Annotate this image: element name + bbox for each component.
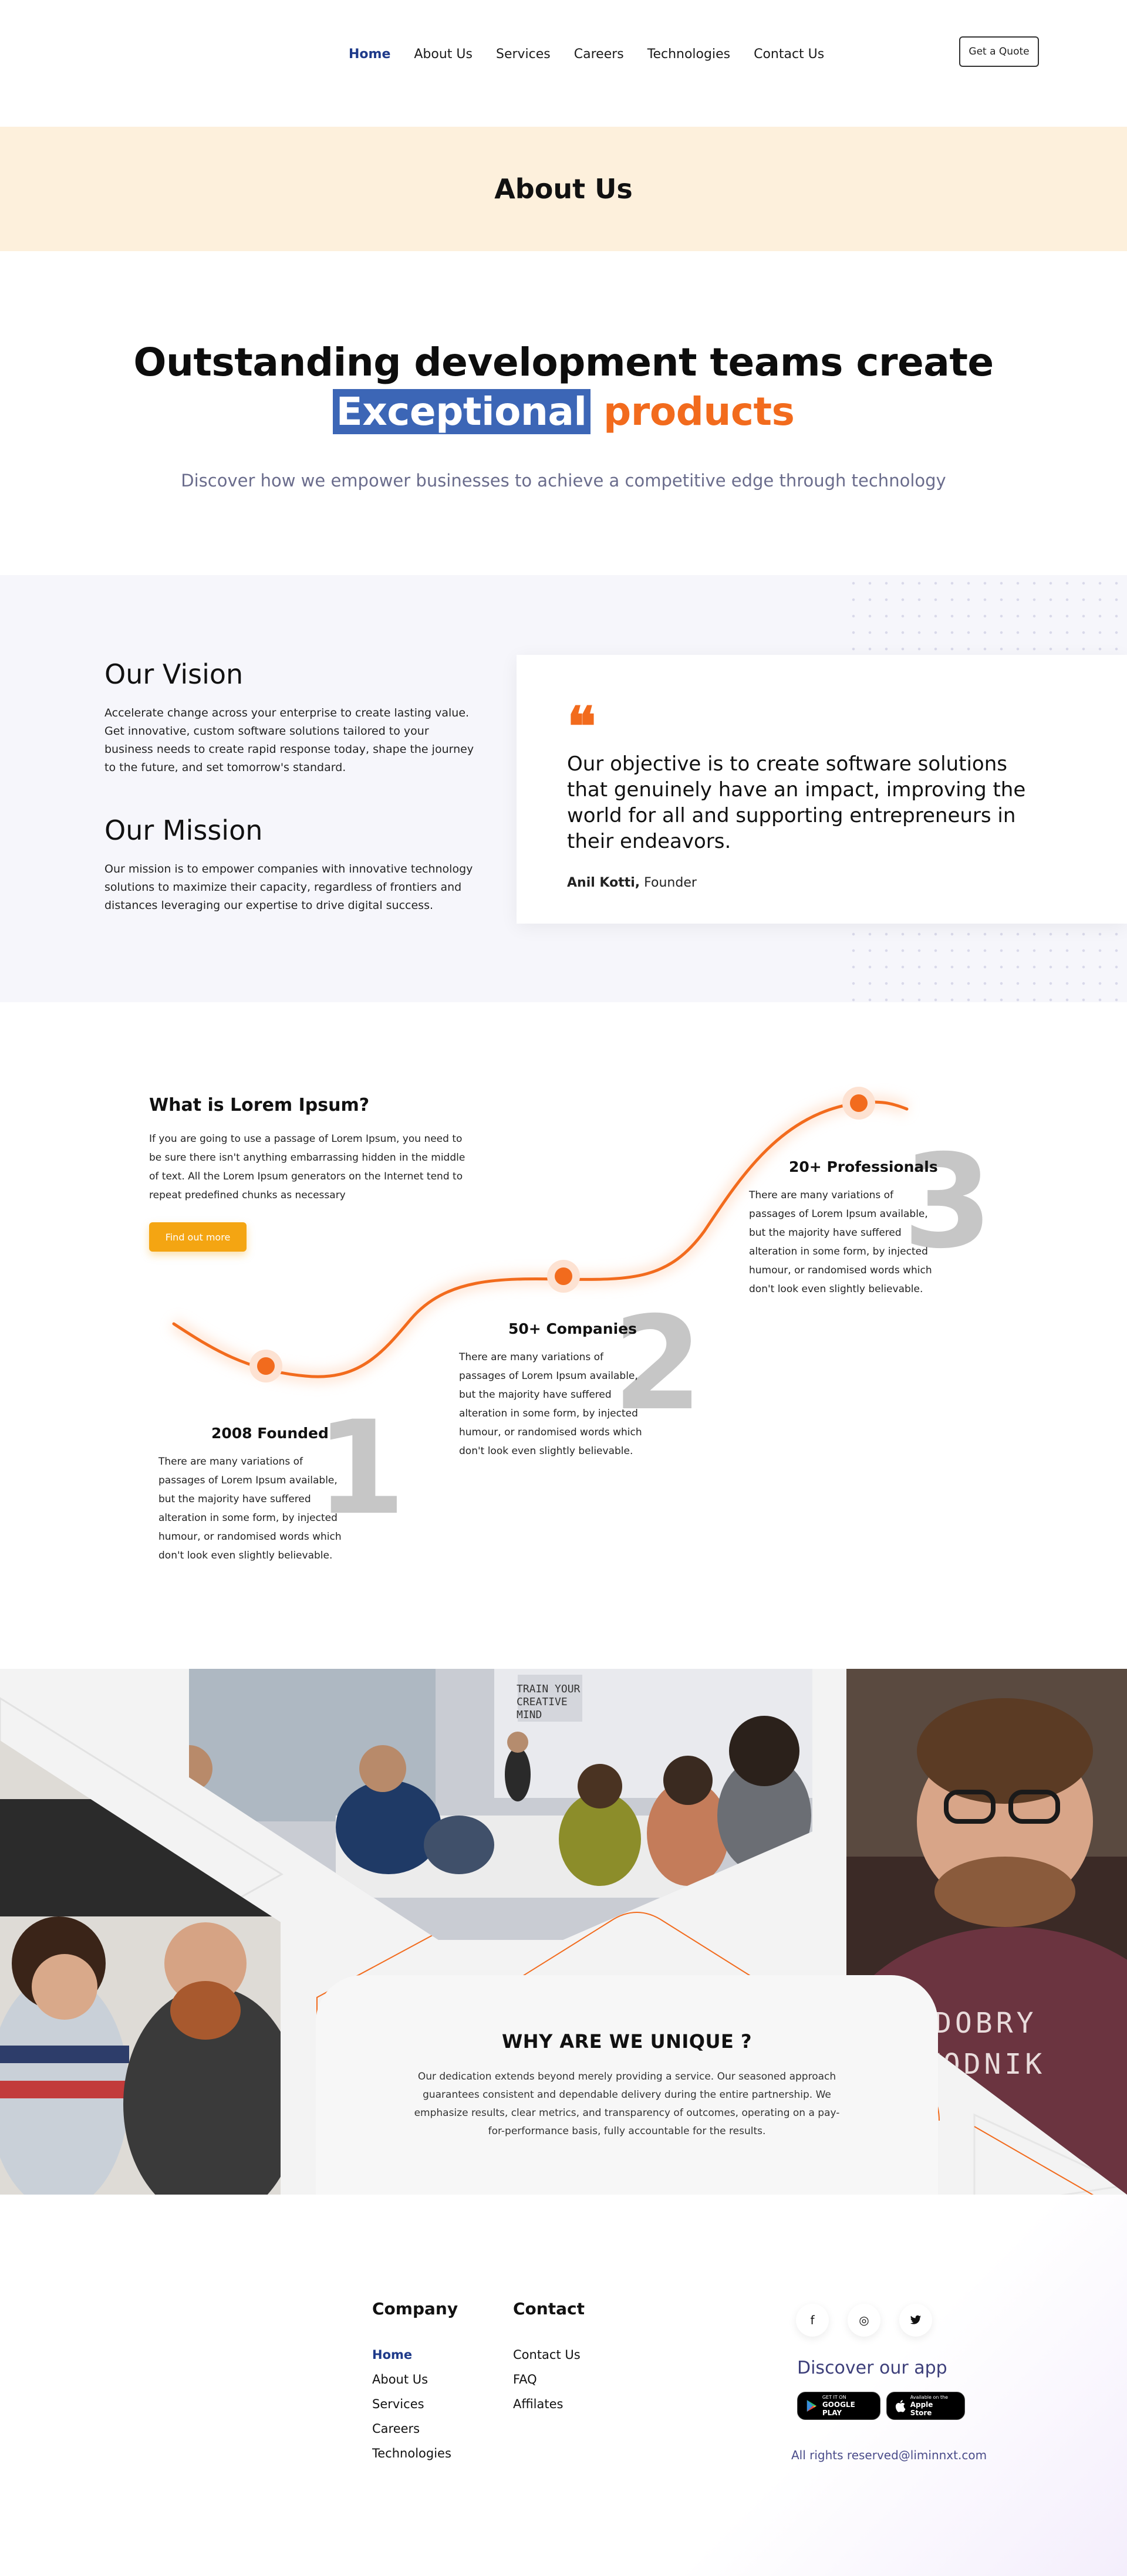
vision-mission-text: Our Vision Accelerate change across your… [104,658,480,915]
footer-link-about[interactable]: About Us [372,2372,458,2386]
vision-text: Accelerate change across your enterprise… [104,706,474,774]
footer-company-column: Company Home About Us Services Careers T… [372,2299,458,2471]
app-store-buttons: GET IT ON GOOGLE PLAY Available on the App… [797,2392,965,2420]
milestone-text-2: There are many variations of passages of… [459,1351,642,1457]
wall-text-line1: TRAIN YOUR [517,1683,581,1695]
milestone-title-3: 20+ Professionals [789,1158,938,1175]
facebook-icon[interactable]: f [796,2304,829,2337]
milestone-companies: 2 50+ Companies There are many variation… [459,1299,703,1461]
footer-link-affiliates[interactable]: Affilates [513,2397,585,2411]
quote-author-role: Founder [640,875,697,890]
footer: Company Home About Us Services Careers T… [0,2195,1127,2576]
nav-link-careers[interactable]: Careers [574,47,624,62]
quote-icon: ❝ [567,695,596,758]
headline-line1: Outstanding development teams create [133,340,994,385]
founder-quote-card: ❝ Our objective is to create software so… [517,655,1127,924]
headline-accent: products [603,389,795,434]
instagram-icon[interactable]: ◎ [848,2304,880,2337]
timeline-section: What is Lorem Ipsum? If you are going to… [0,1002,1127,1669]
footer-link-contact-us[interactable]: Contact Us [513,2348,585,2362]
nav-link-contact[interactable]: Contact Us [754,47,824,62]
footer-link-home[interactable]: Home [372,2348,458,2362]
nav-link-technologies[interactable]: Technologies [647,47,730,62]
wall-text-line2: CREATIVE [517,1696,568,1708]
footer-contact-title: Contact [513,2299,585,2318]
google-play-big: GOOGLE PLAY [822,2401,855,2417]
app-store-button[interactable]: Available on the Apple Store [886,2392,965,2420]
page-title: About Us [494,173,633,205]
footer-contact-column: Contact Contact Us FAQ Affilates [513,2299,585,2422]
quote-author: Anil Kotti, Founder [567,875,1127,890]
dot-pattern-bottom [845,926,1127,1002]
milestone-text-3: There are many variations of passages of… [749,1189,932,1295]
timeline-intro-text: If you are going to use a passage of Lor… [149,1133,465,1201]
vision-title: Our Vision [104,658,244,690]
milestone-professionals: 3 20+ Professionals There are many varia… [749,1137,993,1299]
dot-pattern-top [845,575,1127,651]
google-play-button[interactable]: GET IT ON GOOGLE PLAY [797,2392,880,2420]
nav-link-home[interactable]: Home [349,47,390,62]
why-unique-text: Our dedication extends beyond merely pro… [414,2071,840,2137]
twitter-bird-glyph [910,2315,922,2324]
twitter-icon[interactable] [899,2304,932,2337]
vision-mission-section: Our Vision Accelerate change across your… [0,575,1127,1002]
nav-link-about[interactable]: About Us [414,47,473,62]
top-navigation: Home About Us Services Careers Technolog… [0,0,1127,127]
headline-subtitle: Discover how we empower businesses to ac… [181,471,946,491]
mission-text: Our mission is to empower companies with… [104,863,473,912]
find-out-more-button[interactable]: Find out more [149,1222,247,1252]
footer-link-faq[interactable]: FAQ [513,2372,585,2386]
milestone-title-1: 2008 Founded [211,1425,329,1442]
social-links: f ◎ [796,2304,932,2337]
google-play-icon [807,2400,817,2412]
nav-link-services[interactable]: Services [496,47,551,62]
quote-author-name: Anil Kotti, [567,875,640,890]
page-banner: About Us [0,127,1127,251]
quote-text: Our objective is to create software solu… [567,752,1026,853]
get-a-quote-button[interactable]: Get a Quote [959,36,1039,67]
why-unique-title: WHY ARE WE UNIQUE ? [501,2030,752,2053]
apple-icon [895,2400,906,2412]
shirt-text-line1: DOBRY [934,2007,1037,2040]
app-store-small: Available on the [910,2395,949,2400]
headline-section: Outstanding development teams create Exc… [0,251,1127,575]
milestone-text-1: There are many variations of passages of… [158,1456,342,1561]
milestone-dot-3 [850,1094,868,1112]
milestone-dot-2 [555,1267,572,1285]
timeline-intro: What is Lorem Ipsum? If you are going to… [149,1095,478,1252]
milestone-founded: 1 2008 Founded There are many variations… [158,1404,406,1565]
headline-highlight: Exceptional [332,389,591,434]
milestone-title-2: 50+ Companies [508,1320,637,1337]
footer-link-services[interactable]: Services [372,2397,458,2411]
app-store-big: Apple Store [910,2401,933,2417]
headline-title: Outstanding development teams create Exc… [0,338,1127,437]
why-unique-card: WHY ARE WE UNIQUE ? Our dedication exten… [316,1975,938,2195]
footer-link-technologies[interactable]: Technologies [372,2446,458,2460]
copyright-text: All rights reserved@liminnxt.com [791,2448,987,2462]
footer-company-title: Company [372,2299,458,2318]
footer-link-careers[interactable]: Careers [372,2422,458,2436]
nav-links: Home About Us Services Careers Technolog… [349,47,824,62]
milestone-dot-1 [257,1357,275,1375]
mission-title: Our Mission [104,814,263,846]
google-play-small: GET IT ON [822,2395,846,2400]
why-unique-section: TRAIN YOUR CREATIVE MIND DOBRY ZAWODNIK … [0,1669,1127,2195]
timeline-intro-title: What is Lorem Ipsum? [149,1095,370,1115]
discover-app-title: Discover our app [797,2358,947,2378]
wall-text-line3: MIND [517,1709,542,1721]
